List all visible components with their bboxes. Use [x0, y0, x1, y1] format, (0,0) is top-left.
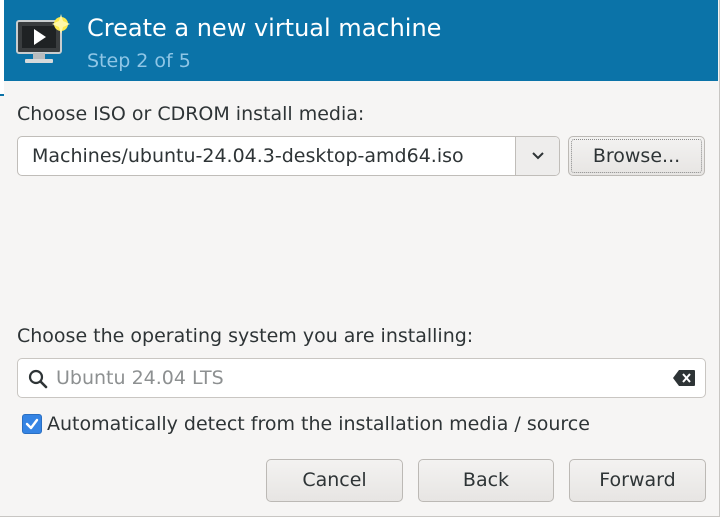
- wizard-title: Create a new virtual machine: [87, 14, 442, 42]
- focus-ring: [571, 139, 702, 173]
- os-search-input[interactable]: [56, 359, 656, 397]
- combo-dropdown-button[interactable]: [515, 137, 559, 175]
- browse-button[interactable]: Browse...: [568, 136, 705, 176]
- iso-path-value[interactable]: Machines/ubuntu-24.04.3-desktop-amd64.is…: [18, 137, 515, 175]
- vm-monitor-icon: [16, 14, 70, 63]
- auto-detect-label[interactable]: Automatically detect from the installati…: [47, 413, 590, 435]
- clear-icon[interactable]: [672, 369, 696, 387]
- checkmark-icon: [25, 418, 39, 430]
- new-vm-dialog: Create a new virtual machine Step 2 of 5…: [0, 0, 720, 517]
- cancel-button[interactable]: Cancel: [266, 459, 403, 502]
- search-icon: [28, 369, 48, 389]
- wizard-header: Create a new virtual machine Step 2 of 5: [4, 0, 718, 81]
- os-label: Choose the operating system you are inst…: [17, 325, 474, 347]
- wizard-step: Step 2 of 5: [87, 50, 191, 72]
- window-edge-line: [0, 94, 4, 96]
- auto-detect-checkbox[interactable]: [22, 414, 42, 434]
- os-search-field[interactable]: [17, 358, 706, 398]
- iso-path-combobox[interactable]: Machines/ubuntu-24.04.3-desktop-amd64.is…: [17, 136, 560, 176]
- chevron-down-icon: [531, 152, 544, 160]
- forward-button[interactable]: Forward: [569, 459, 706, 502]
- back-button[interactable]: Back: [418, 459, 554, 502]
- install-media-label: Choose ISO or CDROM install media:: [17, 103, 365, 125]
